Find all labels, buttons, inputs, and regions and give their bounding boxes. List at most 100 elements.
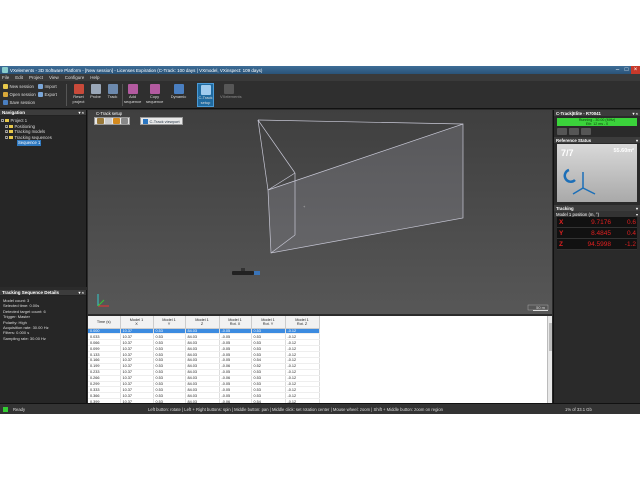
reset-icon xyxy=(73,84,84,94)
folder-icon xyxy=(9,136,13,140)
position-row-x: X 9.7176 0.6 xyxy=(557,217,637,228)
volume-far-face xyxy=(267,123,464,254)
column-header[interactable]: Model 1 Rot. Z xyxy=(285,316,320,329)
collapse-icon[interactable]: − xyxy=(1,119,4,123)
menu-configure[interactable]: Configure xyxy=(65,75,85,80)
export-button[interactable]: Export xyxy=(38,92,57,97)
running-status-badge: Running - 30.00 (MHz) Eth: 12 ms - 0 xyxy=(557,118,637,126)
tracking-volume-wireframe: + xyxy=(232,119,549,311)
panel-pin-icon[interactable]: ▾ × xyxy=(79,110,84,115)
new-session-button[interactable]: New session xyxy=(3,84,34,89)
collapse-icon[interactable]: − xyxy=(5,136,8,140)
menu-help[interactable]: Help xyxy=(90,75,99,80)
tree-item-sequence-1[interactable]: Sequence 1 xyxy=(1,140,85,146)
close-button[interactable]: × xyxy=(631,66,640,74)
ctrack-header: C-Track|Elite - R70041 ▾ × xyxy=(554,110,640,116)
dynamic-button[interactable]: Dynamic xyxy=(170,83,187,107)
reference-axes-icon xyxy=(563,168,596,195)
window-controls: – □ × xyxy=(613,66,640,74)
table-header-row: Time (s) Model 1 X Model 1 Y Model 1 Z M… xyxy=(88,316,320,329)
status-bar: Ready Left button: rotate | Left + Right… xyxy=(0,403,640,414)
new-session-icon xyxy=(3,84,8,89)
sequence-details-panel: Tracking Sequence Details ▾ × Model count… xyxy=(0,290,87,403)
mouse-hint-text: Left button: rotate | Left + Right butto… xyxy=(148,407,444,412)
vxelements-icon xyxy=(223,84,234,94)
panel-close-icon[interactable]: ▾ xyxy=(636,212,638,217)
volume-edge xyxy=(257,119,464,125)
panel-close-icon[interactable]: ▾ × xyxy=(633,111,638,116)
title-bar: VXelements - 3D Software Platform - [New… xyxy=(0,66,640,74)
status-ok-icon xyxy=(3,407,8,412)
3d-viewport[interactable]: C-Track setup C-Track viewport + 50 m xyxy=(88,110,552,314)
panel-close-icon[interactable]: ▾ xyxy=(636,138,638,143)
probe-button[interactable]: Probe xyxy=(87,83,104,107)
panel-pin-icon[interactable]: ▾ × xyxy=(79,290,84,295)
window-title: VXelements - 3D Software Platform - [New… xyxy=(10,67,263,73)
column-header[interactable]: Time (s) xyxy=(88,316,121,329)
open-folder-icon xyxy=(3,92,8,97)
position-row-y: Y 8.4845 0.4 xyxy=(557,228,637,239)
device-tools xyxy=(554,126,640,137)
menu-bar: File Edit Project View Configure Help xyxy=(0,74,640,81)
column-header[interactable]: Model 1 Y xyxy=(153,316,186,329)
column-header[interactable]: Model 1 X xyxy=(120,316,154,329)
import-icon xyxy=(38,84,43,89)
reference-status-header: Reference Status ▾ xyxy=(554,137,640,143)
device-panel: C-Track|Elite - R70041 ▾ × Running - 30.0… xyxy=(553,110,640,403)
sensor-settings-icon[interactable] xyxy=(557,128,567,135)
scale-label: 50 m xyxy=(533,305,548,311)
copy-sequence-button[interactable]: Copy sequence xyxy=(146,83,163,107)
table-body: 0.000 10.37 0.53 84.03 -0.05 0.53 -0.12 0.033 10… xyxy=(88,328,320,414)
dynamic-axes-icon xyxy=(173,84,184,94)
probe-settings-icon[interactable] xyxy=(581,128,591,135)
ribbon-separator xyxy=(122,84,123,106)
detail-line: Sampling rate: 30.00 Hz xyxy=(3,335,46,341)
maximize-button[interactable]: □ xyxy=(622,66,631,74)
column-header[interactable]: Model 1 Z xyxy=(185,316,220,329)
menu-edit[interactable]: Edit xyxy=(15,75,23,80)
menu-view[interactable]: View xyxy=(49,75,59,80)
scrollbar-thumb[interactable] xyxy=(549,323,552,351)
probe-icon xyxy=(90,84,101,94)
calibration-icon[interactable] xyxy=(569,128,579,135)
app-logo-icon xyxy=(2,67,8,73)
import-button[interactable]: Import xyxy=(38,84,57,89)
reset-project-button[interactable]: Reset project xyxy=(70,83,87,107)
reference-status-display: 7/7 55.60m² xyxy=(557,144,637,202)
sequence-table-container: Time (s) Model 1 X Model 1 Y Model 1 Z M… xyxy=(88,316,552,414)
ribbon-toolbar: New session Open session Save session Im… xyxy=(0,81,640,109)
track-button[interactable]: Track xyxy=(104,83,121,107)
minimize-button[interactable]: – xyxy=(613,66,622,74)
save-session-button[interactable]: Save session xyxy=(3,100,35,105)
ctrack-setup-button[interactable]: C-Track setup xyxy=(197,83,214,107)
table-scrollbar[interactable] xyxy=(547,316,552,414)
menu-project[interactable]: Project xyxy=(29,75,43,80)
panel-close-icon[interactable]: ▾ xyxy=(636,206,638,211)
ctrack-setup-icon xyxy=(200,85,211,95)
column-header[interactable]: Model 1 Rot. Y xyxy=(251,316,286,329)
sequence-table: Time (s) Model 1 X Model 1 Y Model 1 Z M… xyxy=(88,316,320,414)
project-tree: − Project 1 + Positioning + Tracking models… xyxy=(0,116,86,148)
menu-file[interactable]: File xyxy=(2,75,9,80)
export-icon xyxy=(38,92,43,97)
add-sequence-icon xyxy=(127,84,138,94)
open-session-button[interactable]: Open session xyxy=(3,92,36,97)
track-icon xyxy=(107,84,118,94)
vxelements-button[interactable]: VXelements xyxy=(220,83,242,107)
memory-usage: 1% of 33.1 Gb xyxy=(565,407,592,412)
copy-sequence-icon xyxy=(149,84,160,94)
volume-edge xyxy=(257,119,296,174)
ribbon-separator xyxy=(66,84,67,106)
volume-edge xyxy=(257,119,269,191)
expand-icon[interactable]: + xyxy=(5,130,8,134)
expand-icon[interactable]: + xyxy=(5,124,8,128)
navigation-panel: Navigation ▾ × − Project 1 + Positioning + T… xyxy=(0,110,87,287)
reference-area: 55.60m² xyxy=(613,148,635,154)
add-sequence-button[interactable]: Add sequence xyxy=(124,83,141,107)
position-row-z: Z 94.5998 -1.2 xyxy=(557,239,637,250)
column-header[interactable]: Model 1 Rot. X xyxy=(219,316,252,329)
ready-indicator: Ready xyxy=(3,407,25,412)
application-window: VXelements - 3D Software Platform - [New… xyxy=(0,66,640,414)
orientation-axes-icon xyxy=(97,294,109,307)
folder-icon xyxy=(9,130,13,134)
